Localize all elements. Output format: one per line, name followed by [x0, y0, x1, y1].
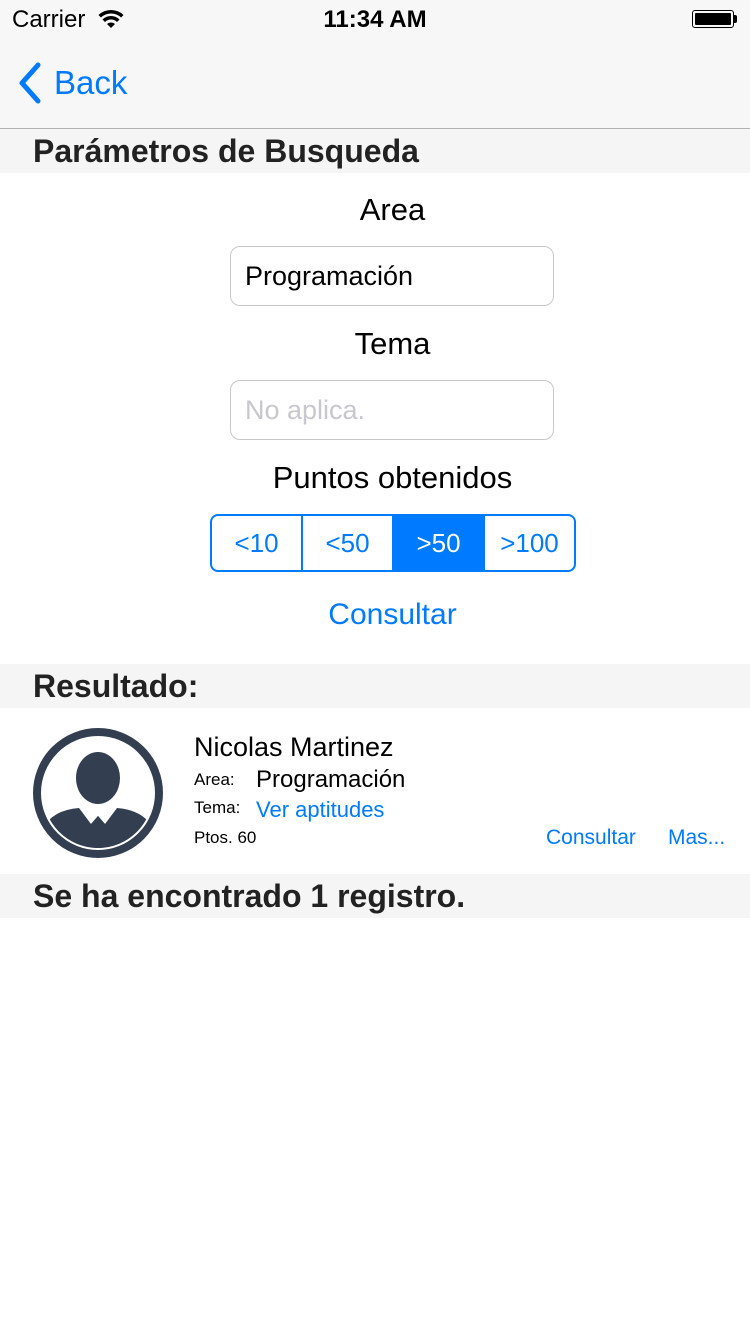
points-segmented-control: <10 <50 >50 >100 [210, 514, 576, 572]
navigation-bar: Back [0, 40, 750, 129]
segment-lt50[interactable]: <50 [301, 516, 392, 570]
consultar-button[interactable]: Consultar [0, 598, 750, 632]
results-section-header: Resultado: [0, 664, 750, 708]
clock: 11:34 AM [323, 6, 427, 33]
result-area-value: Programación [256, 766, 406, 793]
back-button[interactable]: Back [16, 60, 127, 106]
result-tema-label: Tema: [194, 798, 241, 817]
result-area-label: Area: [194, 770, 235, 789]
segment-gt50[interactable]: >50 [392, 516, 483, 570]
tema-label: Tema [354, 326, 431, 361]
result-mas-link[interactable]: Mas... [668, 826, 725, 850]
puntos-label: Puntos obtenidos [272, 460, 513, 495]
results-summary: Se ha encontrado 1 registro. [0, 874, 750, 918]
result-name: Nicolas Martinez [194, 732, 394, 762]
back-label: Back [54, 64, 128, 101]
segment-gt100[interactable]: >100 [483, 516, 574, 570]
result-points: Ptos. 60 [194, 828, 257, 847]
user-avatar-icon [33, 728, 163, 858]
status-bar: Carrier 11:34 AM [0, 0, 750, 40]
result-row[interactable]: Nicolas Martinez Area: Programación Tema… [0, 708, 750, 874]
battery-icon [692, 10, 738, 30]
chevron-left-icon [19, 62, 41, 104]
segment-lt10[interactable]: <10 [212, 516, 301, 570]
search-section-header: Parámetros de Busqueda [0, 129, 750, 173]
result-consultar-link[interactable]: Consultar [546, 826, 636, 850]
area-field[interactable]: Programación [230, 246, 554, 306]
ver-aptitudes-link[interactable]: Ver aptitudes [256, 797, 384, 823]
tema-field[interactable]: No aplica. [230, 380, 554, 440]
area-label: Area [359, 192, 426, 227]
